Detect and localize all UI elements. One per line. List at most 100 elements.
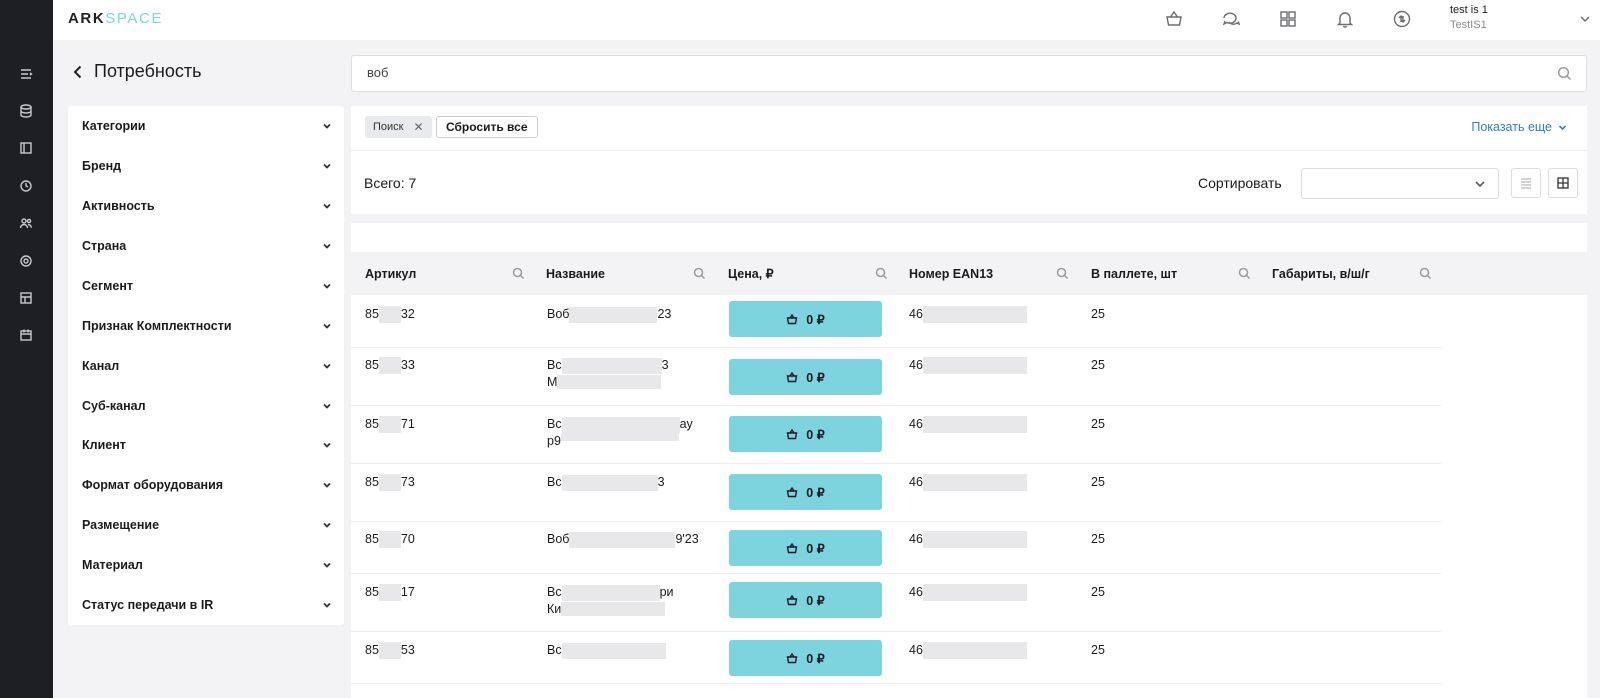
filter-placement[interactable]: Размещение	[82, 513, 332, 537]
chevron-down-icon	[323, 602, 331, 608]
price-button[interactable]: 0 ₽	[729, 416, 882, 452]
list-icon[interactable]	[17, 65, 35, 83]
search-box	[351, 55, 1587, 92]
name-cell: Воб 9'23	[547, 531, 699, 548]
price-button[interactable]: 0 ₽	[729, 640, 882, 676]
filter-channel[interactable]: Канал	[82, 354, 332, 378]
price-button[interactable]: 0 ₽	[729, 474, 882, 510]
basket-icon	[786, 542, 798, 554]
table-row[interactable]: 85 53 Вс 0 ₽ 46 25	[351, 632, 1441, 684]
filter-brand[interactable]: Бренд	[82, 154, 332, 178]
page-title-bar: Потребность	[70, 61, 202, 82]
user-role: TestIS1	[1450, 19, 1487, 31]
table-header: Артикул Название Цена, ₽ Номер EAN13 В п…	[351, 252, 1587, 295]
price-button[interactable]: 0 ₽	[729, 301, 882, 337]
pallet-cell: 25	[1091, 307, 1105, 321]
name-cell: Вс	[547, 642, 666, 659]
show-more-link[interactable]: Показать еще	[1471, 120, 1567, 134]
chevron-down-icon	[323, 123, 331, 129]
column-header-pallet: В паллете, шт	[1091, 252, 1251, 295]
column-header-ean: Номер EAN13	[909, 252, 1069, 295]
name-cell: Вс 3	[547, 474, 665, 491]
grid-table-icon[interactable]	[17, 289, 35, 307]
chevron-down-icon	[323, 283, 331, 289]
column-header-sku: Артикул	[365, 252, 525, 295]
results-summary-bar: Всего: 7 Сортировать	[351, 151, 1587, 214]
sort-select[interactable]	[1301, 168, 1499, 199]
table-row[interactable]: 85 73 Вс 3 0 ₽ 46 25	[351, 464, 1441, 522]
search-icon[interactable]	[693, 267, 706, 280]
database-icon[interactable]	[17, 102, 35, 120]
chevron-down-icon[interactable]	[1578, 12, 1592, 26]
filter-panel: Категории Бренд Активность Страна Сегмен…	[68, 106, 344, 625]
sku-cell: 85 32	[365, 306, 415, 324]
basket-icon[interactable]	[1162, 7, 1186, 31]
ean-cell: 46	[909, 357, 1027, 375]
filter-completeness[interactable]: Признак Комплектности	[82, 314, 332, 338]
filter-categories[interactable]: Категории	[82, 114, 332, 138]
basket-icon	[786, 371, 798, 383]
table-row[interactable]: 85 70 Воб 9'23 0 ₽ 46 25	[351, 522, 1441, 574]
table-row[interactable]: 85 33 Вс 3 М 0 ₽ 46 25	[351, 348, 1441, 406]
reset-all-button[interactable]: Сбросить все	[436, 116, 538, 138]
bell-icon[interactable]	[1333, 7, 1357, 31]
pallet-cell: 25	[1091, 585, 1105, 599]
ean-cell: 46	[909, 531, 1027, 549]
users-icon[interactable]	[17, 214, 35, 232]
filter-segment[interactable]: Сегмент	[82, 274, 332, 298]
price-button[interactable]: 0 ₽	[729, 530, 882, 566]
price-button[interactable]: 0 ₽	[729, 582, 882, 618]
filter-client[interactable]: Клиент	[82, 433, 332, 457]
pallet-cell: 25	[1091, 643, 1105, 657]
filter-country[interactable]: Страна	[82, 234, 332, 258]
column-header-name: Название	[546, 252, 706, 295]
filter-equipment-format[interactable]: Формат оборудования	[82, 473, 332, 497]
sort-label: Сортировать	[1198, 175, 1282, 191]
chevron-down-icon	[1558, 124, 1567, 130]
search-icon[interactable]	[1238, 267, 1251, 280]
basket-icon	[786, 313, 798, 325]
filter-material[interactable]: Материал	[82, 553, 332, 577]
sku-cell: 85 33	[365, 357, 415, 375]
sync-icon[interactable]	[1390, 7, 1414, 31]
search-icon[interactable]	[1419, 267, 1432, 280]
list-view-button[interactable]	[1511, 168, 1541, 198]
search-input[interactable]	[367, 65, 1517, 80]
basket-icon	[786, 594, 798, 606]
sku-cell: 85 71	[365, 416, 415, 434]
grid-view-button[interactable]	[1548, 168, 1578, 198]
pallet-cell: 25	[1091, 475, 1105, 489]
filter-ir-status[interactable]: Статус передачи в IR	[82, 593, 332, 617]
app-logo[interactable]: ARKSPACE	[68, 10, 163, 27]
user-name: test is 1	[1450, 4, 1488, 16]
calendar-icon[interactable]	[17, 326, 35, 344]
ean-cell: 46	[909, 584, 1027, 602]
clock-icon[interactable]	[17, 177, 35, 195]
table-row[interactable]: 85 32 Воб 23 0 ₽ 46 25	[351, 295, 1441, 348]
back-arrow-icon[interactable]	[70, 64, 86, 80]
user-menu[interactable]: test is 1 TestIS1	[1450, 4, 1570, 31]
search-icon[interactable]	[512, 267, 525, 280]
ean-cell: 46	[909, 642, 1027, 660]
basket-icon	[786, 486, 798, 498]
price-button[interactable]: 0 ₽	[729, 359, 882, 395]
apps-grid-icon[interactable]	[1276, 7, 1300, 31]
settings-icon[interactable]	[17, 252, 35, 270]
chevron-down-icon	[323, 163, 331, 169]
ean-cell: 46	[909, 474, 1027, 492]
filter-activity[interactable]: Активность	[82, 194, 332, 218]
table-row[interactable]: 85 17 Вс ри Ки 0 ₽ 46 25	[351, 574, 1441, 632]
table-row[interactable]: 85 71 Вс ay р9 0 ₽ 46 25	[351, 406, 1441, 464]
top-bar: ARKSPACE test is 1 TestIS1	[53, 0, 1600, 40]
search-icon[interactable]	[1557, 66, 1572, 86]
sku-cell: 85 53	[365, 642, 415, 660]
chat-icon[interactable]	[1219, 7, 1243, 31]
book-icon[interactable]	[17, 139, 35, 157]
search-icon[interactable]	[1056, 267, 1069, 280]
chevron-down-icon	[1475, 181, 1485, 188]
close-icon[interactable]: ✕	[413, 120, 423, 134]
search-icon[interactable]	[875, 267, 888, 280]
name-cell: Вс ay р9	[547, 416, 693, 448]
grid-view-icon	[1557, 177, 1569, 189]
filter-subchannel[interactable]: Суб-канал	[82, 394, 332, 418]
